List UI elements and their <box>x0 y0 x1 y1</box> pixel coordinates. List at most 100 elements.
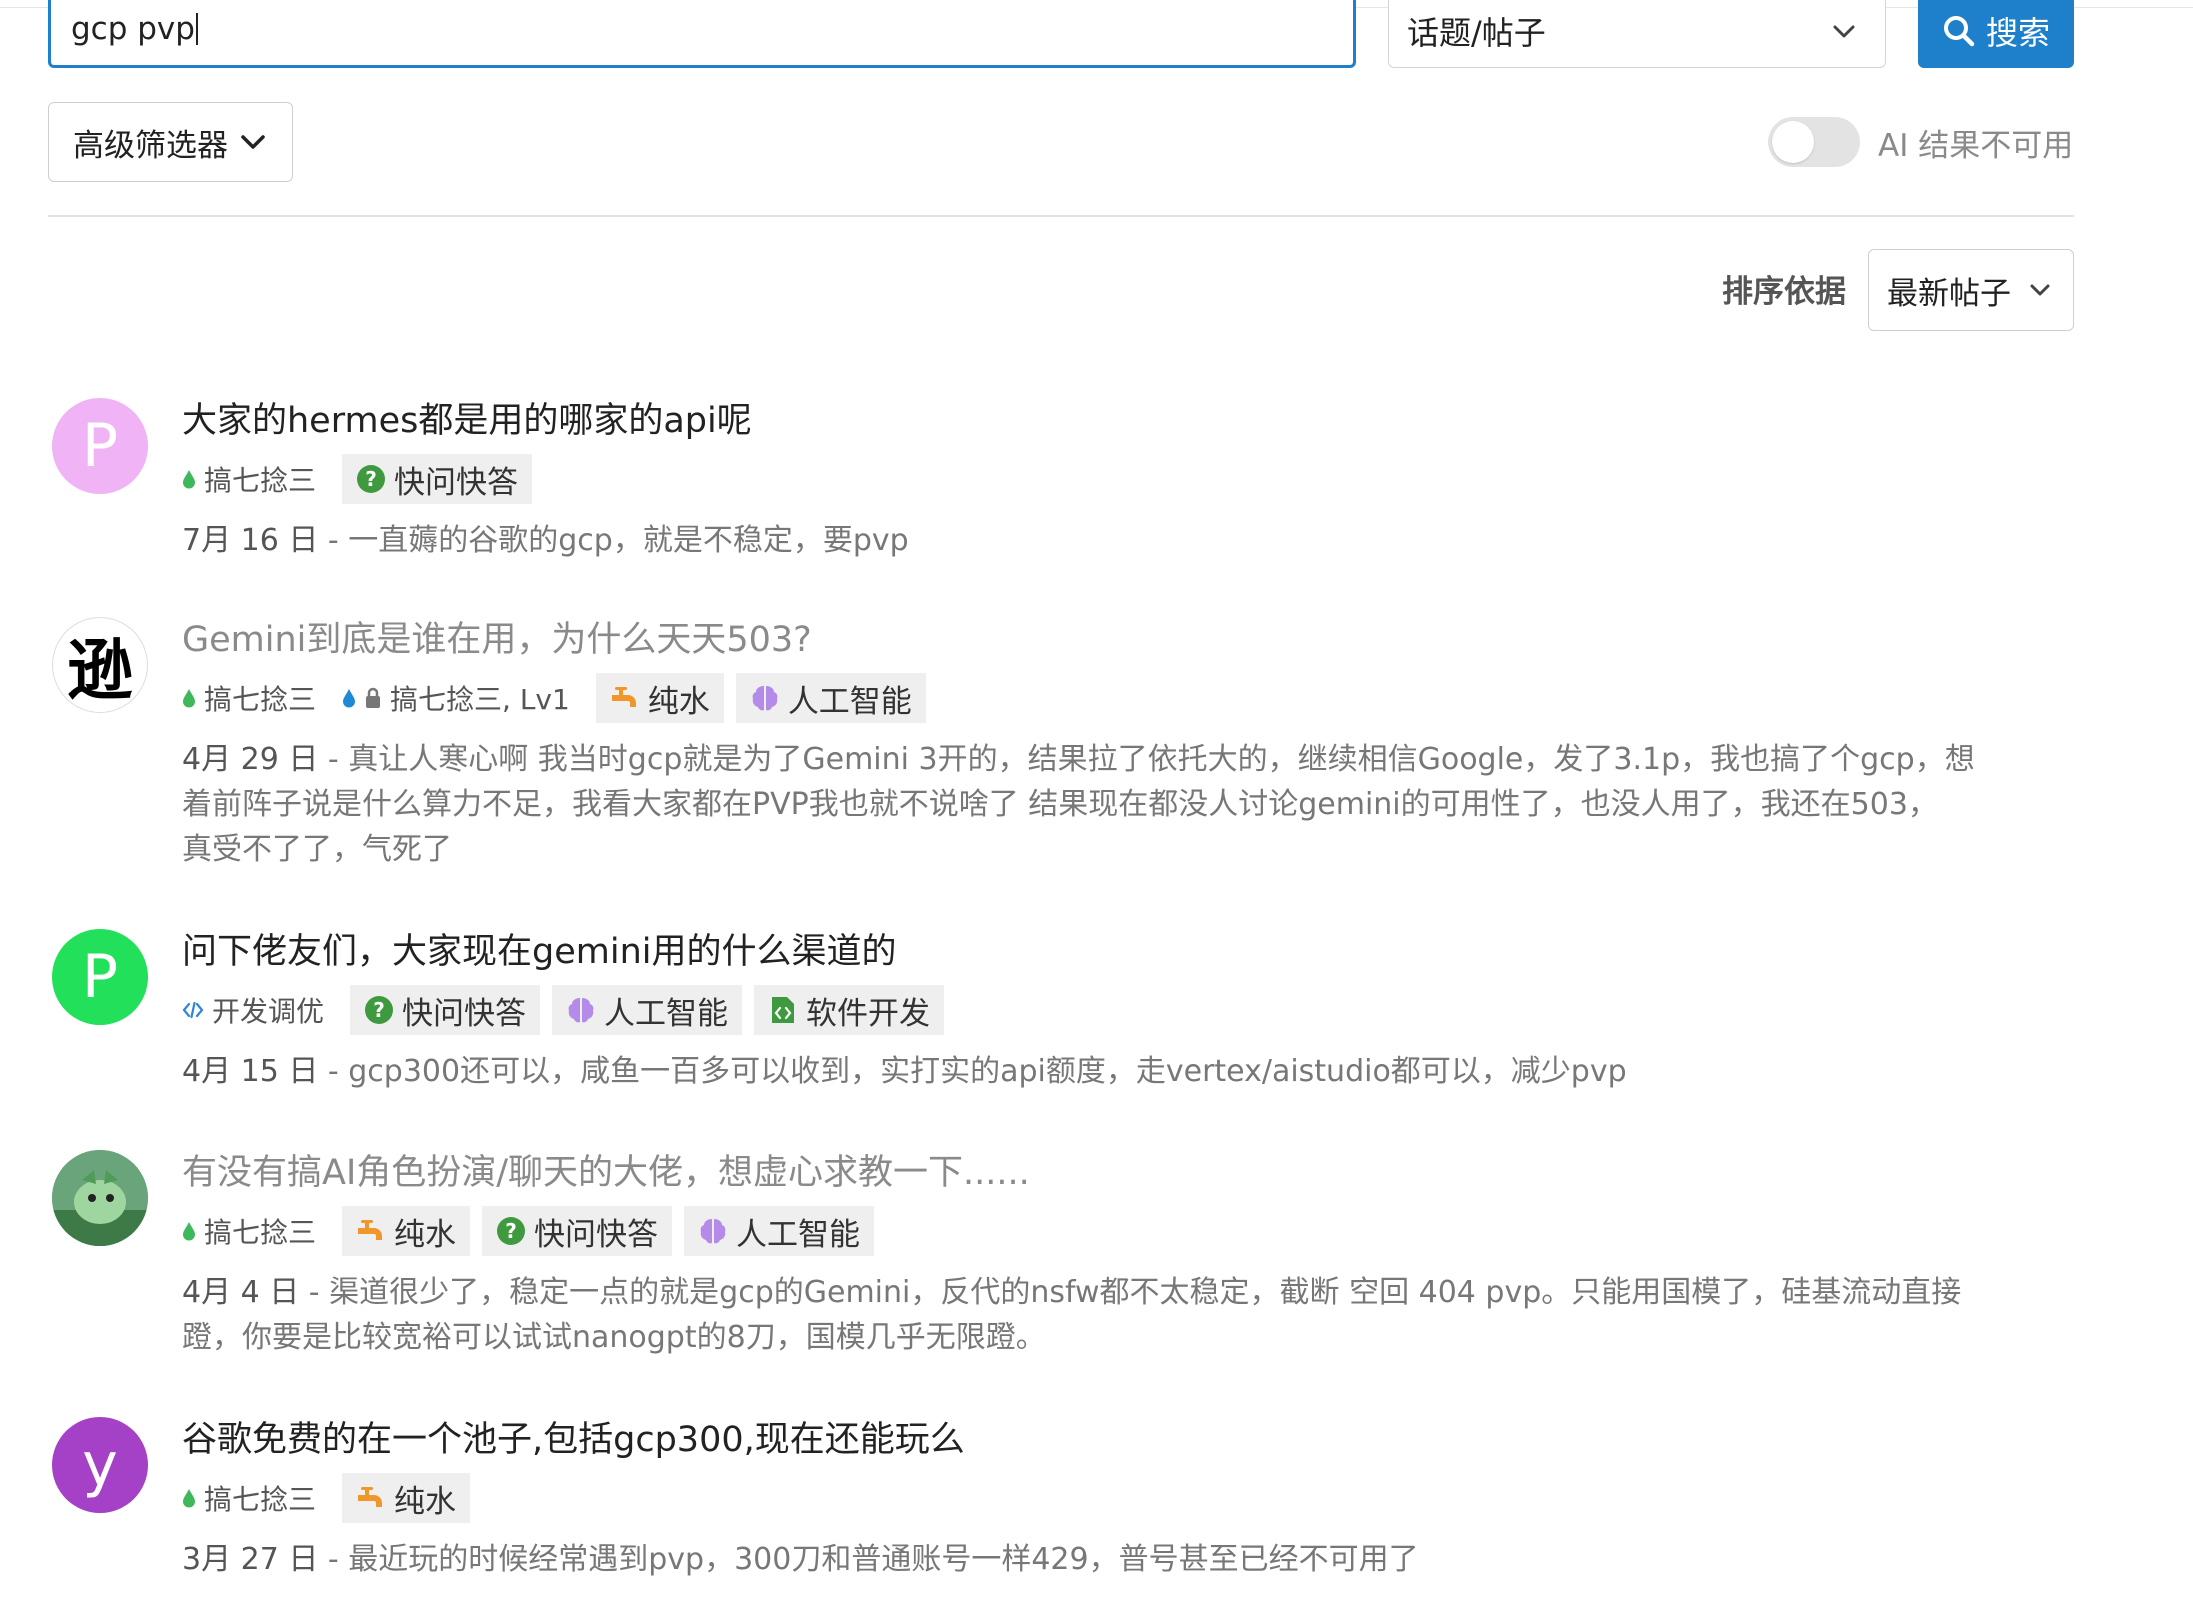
result-date: 7月 16 日 <box>182 523 319 558</box>
drop-icon <box>183 689 195 708</box>
code-file-icon <box>768 995 798 1025</box>
category-link[interactable]: 搞七捻三 <box>182 1211 316 1251</box>
chevron-down-icon <box>238 127 268 157</box>
sort-value: 最新帖子 <box>1887 275 2011 312</box>
svg-text:?: ? <box>373 998 385 1022</box>
result-title[interactable]: 谷歌免费的在一个池子,包括gcp300,现在还能玩么 <box>182 1417 2082 1463</box>
tag-label: 纯水 <box>647 683 710 720</box>
advanced-filter-label: 高级筛选器 <box>73 127 228 164</box>
sort-label: 排序依据 <box>1722 274 1846 310</box>
lock-icon <box>366 687 381 708</box>
chevron-down-icon <box>1829 16 1859 46</box>
avatar[interactable] <box>52 1150 148 1246</box>
text-caret <box>195 12 198 45</box>
sort-select[interactable]: 最新帖子 <box>1868 249 2074 331</box>
brain-icon <box>750 683 780 713</box>
result-title[interactable]: 有没有搞AI角色扮演/聊天的大佬，想虚心求教一下...... <box>182 1150 2082 1196</box>
tag-ai[interactable]: 人工智能 <box>684 1206 875 1256</box>
tag-ai[interactable]: 人工智能 <box>735 673 926 723</box>
excerpt-line: 真受不了了，气死了 <box>182 832 452 867</box>
avatar[interactable]: y <box>52 1417 148 1513</box>
category-label: 搞七捻三 <box>204 464 317 497</box>
ai-results-toggle[interactable] <box>1768 117 1860 167</box>
drop-icon <box>183 1222 195 1241</box>
excerpt-line: gcp300还可以，咸鱼一百多可以收到，实打实的api额度，走vertex/ai… <box>348 1054 1627 1089</box>
tag-label: 快问快答 <box>402 995 527 1032</box>
tag-label: 软件开发 <box>806 995 931 1032</box>
question-circle-icon: ? <box>496 1216 526 1246</box>
result-excerpt: 7月 16 日 - 一直薅的谷歌的gcp，就是不稳定，要pvp <box>182 523 909 558</box>
search-icon <box>1942 14 1976 48</box>
tag-label: 人工智能 <box>736 1216 861 1253</box>
search-button[interactable]: 搜索 <box>1918 0 2074 68</box>
search-type-value: 话题/帖子 <box>1407 13 1546 52</box>
avatar[interactable]: P <box>52 398 148 494</box>
brain-icon <box>566 995 596 1025</box>
tag-label: 快问快答 <box>394 464 519 501</box>
category-link[interactable]: 搞七捻三 <box>182 1478 316 1518</box>
tag-software-dev[interactable]: 软件开发 <box>754 985 945 1035</box>
svg-text:?: ? <box>505 1219 517 1243</box>
divider <box>48 215 2074 217</box>
toggle-knob <box>1772 121 1814 163</box>
tag-quick-qa[interactable]: ? 快问快答 <box>342 454 533 504</box>
result-date: 4月 15 日 <box>182 1054 319 1089</box>
category-label: 搞七捻三 <box>204 683 317 716</box>
result-meta: 搞七捻三 搞七捻三, Lv1 纯水 人工智能 <box>182 673 2082 723</box>
excerpt-line: 蹬，你要是比较宽裕可以试试nanogpt的8刀，国模几乎无限蹬。 <box>182 1320 1046 1355</box>
tag-label: 人工智能 <box>604 995 729 1032</box>
excerpt-line: 最近玩的时候经常遇到pvp，300刀和普通账号一样429，普号甚至已经不可用了 <box>348 1542 1419 1577</box>
faucet-icon <box>356 1483 386 1513</box>
search-query-text: gcp pvp <box>71 10 195 47</box>
tag-label: 快问快答 <box>534 1216 659 1253</box>
svg-text:?: ? <box>365 467 377 491</box>
avatar-letter: P <box>81 942 119 1012</box>
ai-results-toggle-group: AI 结果不可用 <box>1768 116 2073 168</box>
result-title[interactable]: Gemini到底是谁在用，为什么天天503? <box>182 617 2082 663</box>
result-date: 3月 27 日 <box>182 1542 319 1577</box>
question-circle-icon: ? <box>364 995 394 1025</box>
result-title[interactable]: 问下佬友们，大家现在gemini用的什么渠道的 <box>182 929 2082 975</box>
tag-water[interactable]: 纯水 <box>342 1206 471 1256</box>
result-excerpt: 3月 27 日 - 最近玩的时候经常遇到pvp，300刀和普通账号一样429，普… <box>182 1542 1419 1577</box>
tag-quick-qa[interactable]: ? 快问快答 <box>482 1206 673 1256</box>
tag-label: 纯水 <box>394 1483 457 1520</box>
drop-icon <box>183 1489 195 1508</box>
result-meta: 搞七捻三 ? 快问快答 <box>182 454 2082 504</box>
tag-label: 纯水 <box>394 1216 457 1253</box>
excerpt-line: 真让人寒心啊 我当时gcp就是为了Gemini 3开的，结果拉了依托大的，继续相… <box>348 742 1975 777</box>
subcategory-label: 搞七捻三, Lv1 <box>390 683 570 716</box>
search-input[interactable]: gcp pvp <box>48 0 1356 68</box>
category-link[interactable]: 搞七捻三 <box>182 678 316 718</box>
faucet-icon <box>610 683 640 713</box>
drop-icon <box>343 689 356 708</box>
faucet-icon <box>356 1216 386 1246</box>
category-link[interactable]: 搞七捻三 <box>182 459 316 499</box>
search-button-label: 搜索 <box>1985 14 2050 52</box>
tag-water[interactable]: 纯水 <box>595 673 724 723</box>
result-meta: 开发调优 ? 快问快答 人工智能 软件开发 <box>182 985 2082 1035</box>
code-icon <box>182 1001 204 1019</box>
subcategory-link[interactable]: 搞七捻三, Lv1 <box>342 678 570 718</box>
tag-quick-qa[interactable]: ? 快问快答 <box>350 985 541 1035</box>
avatar-image <box>52 1150 148 1246</box>
excerpt-line: 一直薅的谷歌的gcp，就是不稳定，要pvp <box>348 523 909 558</box>
result-date: 4月 4 日 <box>182 1275 300 1310</box>
result-excerpt: 4月 4 日 - 渠道很少了，稳定一点的就是gcp的Gemini，反代的nsfw… <box>182 1270 2082 1360</box>
advanced-filter-button[interactable]: 高级筛选器 <box>48 102 293 182</box>
category-label: 开发调优 <box>212 995 325 1028</box>
category-link[interactable]: 开发调优 <box>182 990 324 1030</box>
category-label: 搞七捻三 <box>204 1216 317 1249</box>
excerpt-line: 渠道很少了，稳定一点的就是gcp的Gemini，反代的nsfw都不太稳定，截断 … <box>329 1275 1962 1310</box>
brain-icon <box>698 1216 728 1246</box>
avatar[interactable]: P <box>52 929 148 1025</box>
tag-ai[interactable]: 人工智能 <box>552 985 743 1035</box>
search-type-select[interactable]: 话题/帖子 <box>1388 0 1886 68</box>
avatar-letter: 逊 <box>67 632 133 709</box>
chevron-down-icon <box>2025 275 2055 305</box>
avatar[interactable]: 逊 <box>52 617 148 713</box>
tag-label: 人工智能 <box>787 683 912 720</box>
search-page: gcp pvp 话题/帖子 搜索 高级筛选器 AI 结果不可用 排序依据 最新帖… <box>0 0 2193 1603</box>
tag-water[interactable]: 纯水 <box>342 1473 471 1523</box>
result-title[interactable]: 大家的hermes都是用的哪家的api呢 <box>182 398 2082 444</box>
